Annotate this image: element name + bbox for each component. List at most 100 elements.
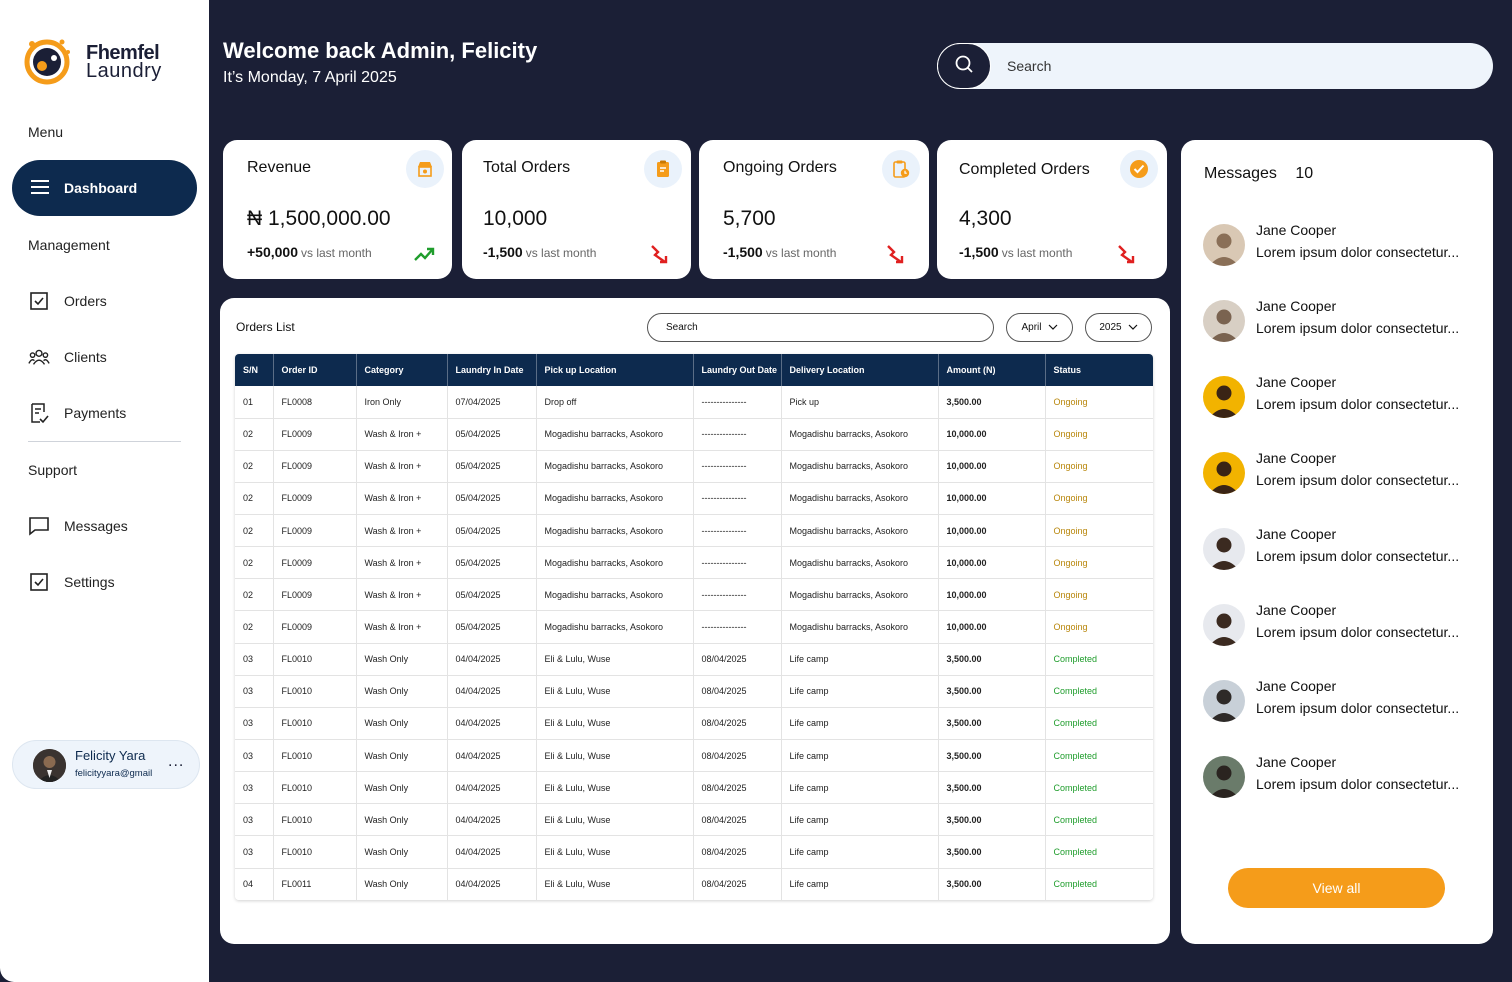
month-select[interactable]: April — [1006, 313, 1073, 342]
table-cell: FL0011 — [273, 868, 357, 900]
table-row[interactable]: 03 FL0010 Wash Only 04/04/2025 Eli & Lulu, W… — [235, 835, 1153, 869]
table-cell: Life camp — [781, 835, 939, 869]
orders-table: S/N Order ID Category Laundry In Date Pick u… — [235, 354, 1153, 900]
messages-panel: Messages 10 Jane Cooper Lorem ipsum dolor… — [1181, 140, 1493, 944]
table-row[interactable]: 01 FL0008 Iron Only 07/04/2025 Drop off -----… — [235, 386, 1153, 419]
table-cell: 02 — [235, 450, 274, 483]
message-item[interactable]: Jane Cooper Lorem ipsum dolor consectetur… — [1203, 222, 1483, 266]
avatar — [1203, 300, 1245, 342]
message-item[interactable]: Jane Cooper Lorem ipsum dolor consectetur… — [1203, 602, 1483, 646]
menu-section-label: Menu — [28, 124, 64, 140]
stat-title: Completed Orders — [959, 161, 1090, 178]
table-cell: Iron Only — [356, 386, 448, 419]
table-row[interactable]: 02 FL0009 Wash & Iron +05/04/2025 Mogadishu… — [235, 578, 1153, 612]
trend-up-icon — [413, 243, 435, 265]
user-name: Felicity Yara — [75, 748, 146, 763]
table-cell: 05/04/2025 — [447, 578, 537, 612]
table-cell: Mogadishu barracks, Asokoro — [536, 418, 694, 451]
table-row[interactable]: 02 FL0009 Wash & Iron +05/04/2025 Mogadishu… — [235, 610, 1153, 644]
receipt-check-icon — [28, 402, 50, 424]
brand-logo[interactable]: Fhemfel Laundry — [20, 34, 190, 86]
sidebar-item-label: Payments — [64, 405, 127, 421]
table-row[interactable]: 03 FL0010 Wash Only 04/04/2025 Eli & Lulu, W… — [235, 707, 1153, 741]
table-cell: Mogadishu barracks, Asokoro — [536, 514, 694, 548]
stat-delta-caption: vs last month — [765, 246, 837, 260]
table-cell: 02 — [235, 578, 274, 612]
table-cell: Mogadishu barracks, Asokoro — [781, 610, 939, 644]
shop-icon — [406, 150, 444, 188]
table-row[interactable]: 02 FL0009 Wash & Iron +05/04/2025 Mogadishu… — [235, 546, 1153, 580]
message-sender: Jane Cooper — [1256, 450, 1337, 466]
table-cell: FL0010 — [273, 643, 357, 676]
column-header: Order ID — [273, 354, 357, 386]
message-item[interactable]: Jane Cooper Lorem ipsum dolor consectetur… — [1203, 678, 1483, 722]
message-item[interactable]: Jane Cooper Lorem ipsum dolor consectetur… — [1203, 526, 1483, 570]
table-row[interactable]: 04 FL0011 Wash Only 04/04/2025 Eli & Lulu, W… — [235, 868, 1153, 900]
orders-table-body: 01 FL0008 Iron Only 07/04/2025 Drop off -----… — [235, 386, 1153, 900]
table-cell: --------------- — [693, 514, 782, 548]
table-cell: Wash & Iron + — [356, 546, 448, 580]
table-row[interactable]: 02 FL0009 Wash & Iron +05/04/2025 Mogadishu… — [235, 482, 1153, 516]
trend-down-icon — [1116, 243, 1138, 265]
avatar — [1203, 452, 1245, 494]
table-cell: FL0009 — [273, 578, 357, 612]
search-input[interactable] — [1007, 43, 1477, 89]
table-cell: 10,000.00 — [938, 610, 1046, 644]
table-cell: FL0009 — [273, 450, 357, 483]
orders-search-input[interactable] — [648, 314, 993, 341]
sidebar-item-messages[interactable]: Messages — [28, 511, 128, 541]
table-cell: FL0009 — [273, 546, 357, 580]
more-icon[interactable]: ... — [168, 753, 184, 771]
table-row[interactable]: 02 FL0009 Wash & Iron +05/04/2025 Mogadishu… — [235, 418, 1153, 451]
table-cell: 05/04/2025 — [447, 418, 537, 451]
search-button[interactable] — [937, 43, 991, 89]
table-cell: Wash Only — [356, 739, 448, 773]
column-header: S/N — [235, 354, 274, 386]
table-cell: Wash Only — [356, 707, 448, 741]
table-cell: 08/04/2025 — [693, 675, 782, 708]
table-cell: 3,500.00 — [938, 868, 1046, 900]
table-row[interactable]: 02 FL0009 Wash & Iron +05/04/2025 Mogadishu… — [235, 514, 1153, 548]
message-sender: Jane Cooper — [1256, 526, 1337, 542]
sidebar-item-settings[interactable]: Settings — [28, 567, 115, 597]
sidebar-item-clients[interactable]: Clients — [28, 342, 107, 372]
table-row[interactable]: 03 FL0010 Wash Only 04/04/2025 Eli & Lulu, W… — [235, 675, 1153, 708]
table-cell: Wash Only — [356, 803, 448, 837]
table-row[interactable]: 03 FL0010 Wash Only 04/04/2025 Eli & Lulu, W… — [235, 803, 1153, 837]
column-header: Laundry Out Date — [693, 354, 782, 386]
table-row[interactable]: 03 FL0010 Wash Only 04/04/2025 Eli & Lulu, W… — [235, 771, 1153, 805]
table-cell: 02 — [235, 482, 274, 516]
table-cell: 04 — [235, 868, 274, 900]
table-cell: 3,500.00 — [938, 675, 1046, 708]
sidebar-item-label: Dashboard — [64, 180, 138, 196]
year-select[interactable]: 2025 — [1085, 313, 1152, 342]
user-profile-card[interactable]: Felicity Yara felicityyara@gmail ... — [12, 740, 200, 789]
message-item[interactable]: Jane Cooper Lorem ipsum dolor consectetur… — [1203, 374, 1483, 418]
message-sender: Jane Cooper — [1256, 298, 1337, 314]
table-cell: 3,500.00 — [938, 386, 1046, 419]
brand-subname: Laundry — [86, 60, 162, 82]
avatar — [1203, 224, 1245, 266]
table-row[interactable]: 03 FL0010 Wash Only 04/04/2025 Eli & Lulu, W… — [235, 739, 1153, 773]
table-cell: 08/04/2025 — [693, 739, 782, 773]
table-cell: Eli & Lulu, Wuse — [536, 771, 694, 805]
table-cell: 05/04/2025 — [447, 514, 537, 548]
message-item[interactable]: Jane Cooper Lorem ipsum dolor consectetur… — [1203, 754, 1483, 798]
stat-value: 10,000 — [483, 207, 548, 230]
sidebar-item-orders[interactable]: Orders — [28, 286, 107, 316]
table-row[interactable]: 03 FL0010 Wash Only 04/04/2025 Eli & Lulu, W… — [235, 643, 1153, 676]
message-item[interactable]: Jane Cooper Lorem ipsum dolor consectetur… — [1203, 450, 1483, 494]
sidebar-item-dashboard[interactable]: Dashboard — [12, 160, 197, 216]
month-select-value: April — [1021, 322, 1042, 333]
message-item[interactable]: Jane Cooper Lorem ipsum dolor consectetur… — [1203, 298, 1483, 342]
stat-delta: -1,500 vs last month — [723, 244, 836, 260]
table-cell: Life camp — [781, 675, 939, 708]
table-cell: 3,500.00 — [938, 643, 1046, 676]
table-cell: FL0010 — [273, 739, 357, 773]
table-row[interactable]: 02 FL0009 Wash & Iron +05/04/2025 Mogadishu… — [235, 450, 1153, 483]
table-cell: Pick up — [781, 386, 939, 419]
column-header: Amount (N) — [938, 354, 1046, 386]
view-all-button[interactable]: View all — [1228, 868, 1445, 908]
table-cell: --------------- — [693, 610, 782, 644]
sidebar-item-payments[interactable]: Payments — [28, 398, 126, 428]
